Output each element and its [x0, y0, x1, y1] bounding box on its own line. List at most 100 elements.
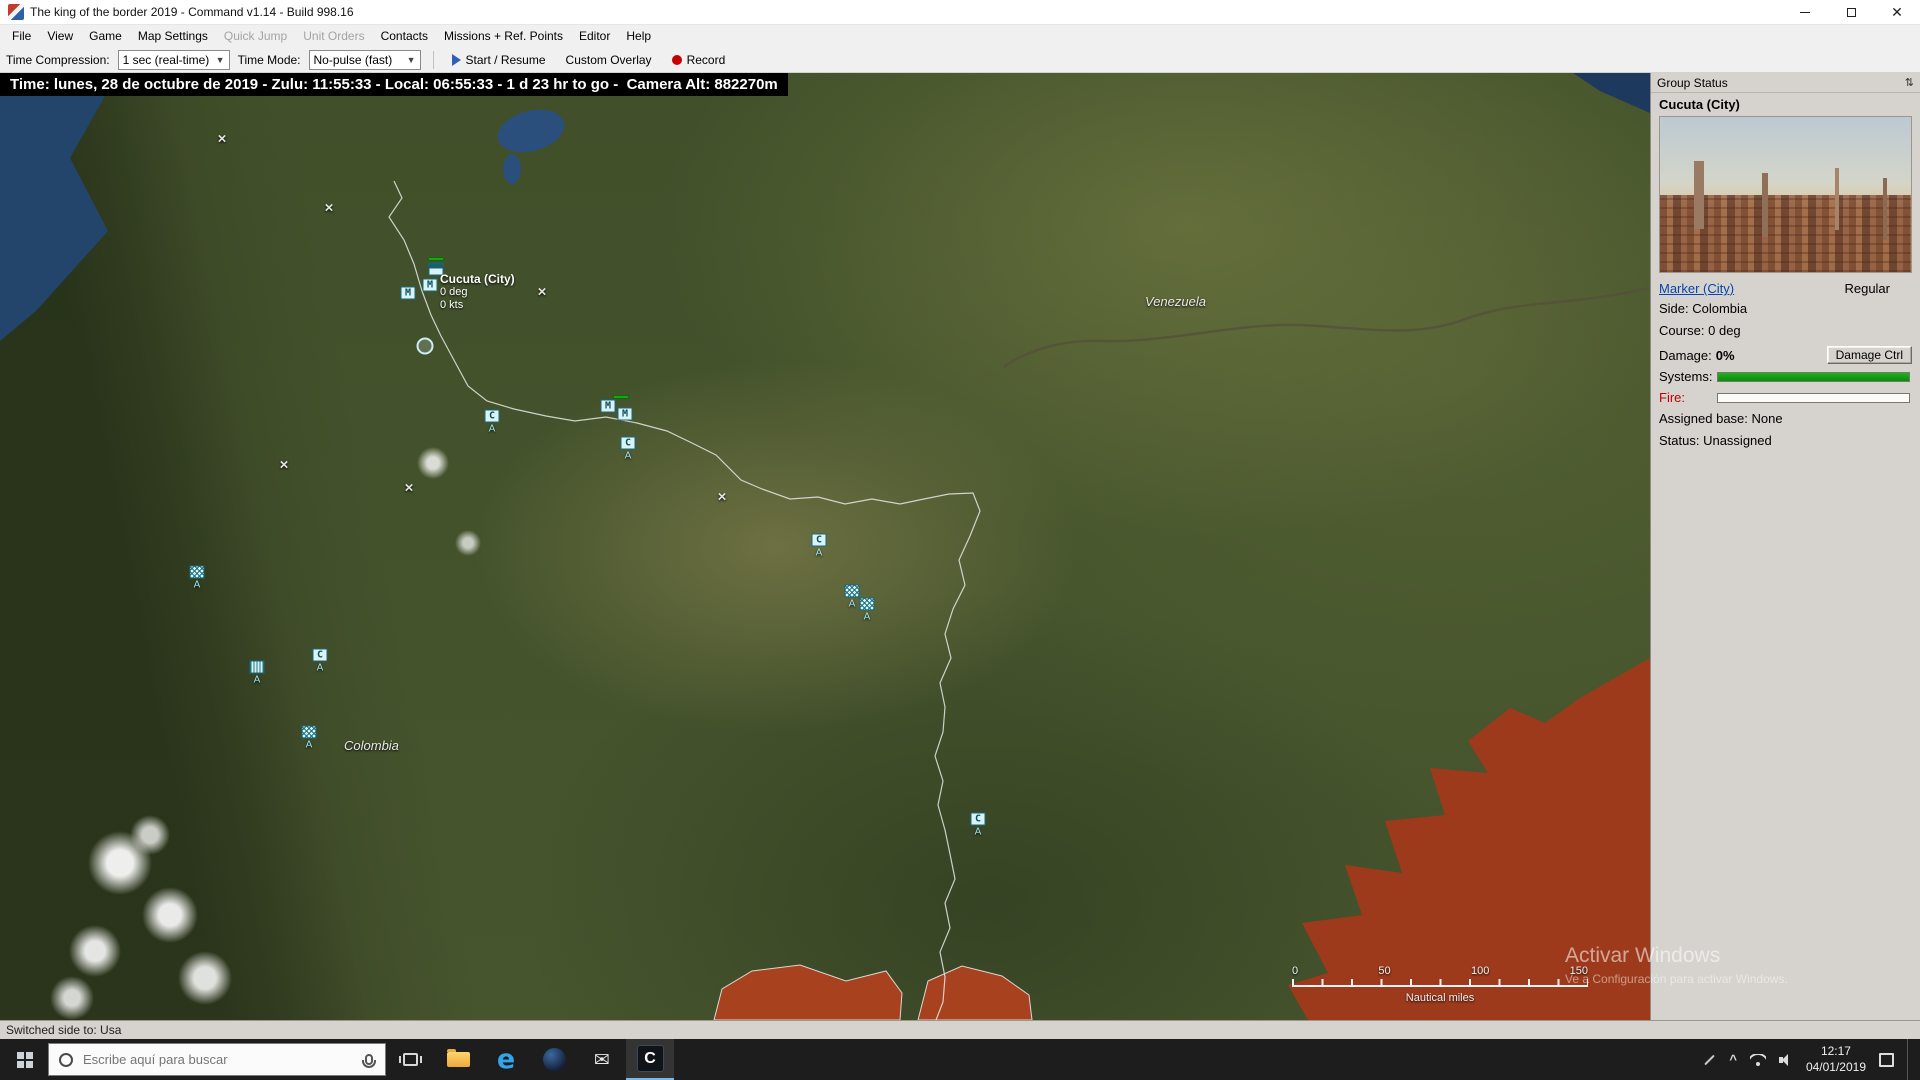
menu-contacts[interactable]: Contacts [373, 27, 436, 45]
scale-unit-label: Nautical miles [1292, 992, 1588, 1004]
toolbar-separator [433, 51, 434, 69]
show-desktop-button[interactable] [1907, 1039, 1912, 1080]
start-button[interactable] [0, 1039, 48, 1080]
systems-label: Systems: [1659, 369, 1717, 384]
menu-file[interactable]: File [4, 27, 39, 45]
map-unit-grid[interactable]: A [250, 661, 265, 686]
map-unit-c[interactable]: CA [313, 649, 328, 674]
map-unit-c[interactable]: CA [621, 437, 636, 462]
contact-mark[interactable]: × [218, 131, 227, 148]
assigned-base-label: Assigned base: None [1651, 408, 1920, 430]
file-explorer-button[interactable] [434, 1039, 482, 1080]
scale-tick: 150 [1570, 965, 1588, 977]
record-icon [672, 55, 682, 65]
start-resume-label: Start / Resume [466, 53, 546, 67]
map-unit-hatch[interactable]: A [845, 585, 860, 610]
time-compression-select[interactable]: 1 sec (real-time) ▼ [118, 50, 230, 70]
command-app-icon [637, 1045, 664, 1072]
taskbar-clock[interactable]: 12:17 04/01/2019 [1806, 1044, 1866, 1075]
contact-mark[interactable]: × [280, 457, 289, 474]
taskbar-search[interactable] [48, 1043, 386, 1076]
task-view-icon [403, 1053, 418, 1066]
close-button[interactable]: ✕ [1874, 0, 1920, 24]
action-center-icon[interactable] [1879, 1053, 1894, 1067]
time-mode-label: Time Mode: [238, 53, 301, 67]
maximize-button[interactable] [1828, 0, 1874, 24]
river-line [1004, 288, 1650, 367]
command-app-button[interactable] [626, 1039, 674, 1080]
map-unit-hatch[interactable]: A [190, 566, 205, 591]
windows-logo-icon [17, 1052, 24, 1059]
system-tray: ^ 12:17 04/01/2019 [1703, 1039, 1920, 1080]
map-unit-hbar[interactable] [428, 257, 444, 261]
map-unit-m[interactable]: M [618, 408, 633, 421]
side-label: Side: Colombia [1651, 298, 1920, 320]
red-terrain-region [918, 966, 1032, 1020]
unit-symbol-icon: C [971, 813, 986, 826]
map-unit-m[interactable]: M [401, 287, 416, 300]
unit-symbol-icon: C [812, 534, 827, 547]
menu-help[interactable]: Help [618, 27, 659, 45]
app-icon [8, 4, 24, 20]
unit-symbol-icon: C [621, 437, 636, 450]
scale-ticks: 050100150 [1292, 965, 1588, 977]
map-unit-hatch[interactable]: A [860, 598, 875, 623]
map-unit-m[interactable]: M [423, 279, 438, 292]
menu-editor[interactable]: Editor [571, 27, 618, 45]
status-bar-text: Switched side to: Usa [6, 1023, 121, 1037]
red-terrain-region [714, 965, 902, 1020]
map-scale-bar: 050100150 Nautical miles [1292, 965, 1588, 1004]
blue-app-button[interactable] [530, 1039, 578, 1080]
unit-symbol-icon: M [601, 400, 616, 413]
contact-mark[interactable]: × [538, 284, 547, 301]
marker-type-link[interactable]: Marker (City) [1659, 281, 1734, 296]
pen-icon[interactable] [1705, 1054, 1716, 1065]
record-button[interactable]: Record [666, 51, 732, 69]
map-unit-c[interactable]: CA [812, 534, 827, 559]
time-compression-label: Time Compression: [6, 53, 110, 67]
custom-overlay-button[interactable]: Custom Overlay [560, 51, 658, 69]
map-unit-c[interactable]: CA [485, 410, 500, 435]
menu-bar: FileViewGameMap SettingsQuick JumpUnit O… [0, 25, 1920, 47]
damage-ctrl-button[interactable]: Damage Ctrl [1827, 346, 1912, 364]
map-unit-hbar[interactable] [613, 395, 629, 399]
time-mode-select[interactable]: No-pulse (fast) ▼ [309, 50, 421, 70]
unit-name-label: Cucuta (City) [440, 273, 515, 286]
menu-missions-ref-points[interactable]: Missions + Ref. Points [436, 27, 571, 45]
microphone-icon[interactable] [365, 1054, 373, 1065]
start-resume-button[interactable]: Start / Resume [446, 51, 552, 69]
unit-symbol-icon: M [401, 287, 416, 300]
record-label: Record [687, 53, 726, 67]
search-input[interactable] [81, 1051, 357, 1068]
group-status-title: Group Status [1657, 76, 1728, 90]
map-unit-m[interactable]: M [601, 400, 616, 413]
city-photo [1659, 116, 1912, 273]
task-view-button[interactable] [386, 1039, 434, 1080]
menu-game[interactable]: Game [81, 27, 130, 45]
map-unit-c[interactable]: CA [971, 813, 986, 838]
time-compression-value: 1 sec (real-time) [123, 53, 210, 67]
mail-button[interactable] [578, 1039, 626, 1080]
edge-button[interactable] [482, 1039, 530, 1080]
close-icon: ✕ [1891, 5, 1903, 19]
status-label: Status: Unassigned [1651, 430, 1920, 452]
contact-mark[interactable]: × [325, 200, 334, 217]
minimize-button[interactable] [1782, 0, 1828, 24]
custom-overlay-label: Custom Overlay [566, 53, 652, 67]
unit-symbol-icon [845, 585, 860, 598]
unit-symbol-icon: M [618, 408, 633, 421]
panel-collapse-icon[interactable]: ⇅ [1905, 76, 1914, 89]
region-label-colombia: Colombia [344, 738, 399, 753]
network-icon[interactable] [1750, 1054, 1766, 1066]
map-canvas[interactable]: Time: lunes, 28 de octubre de 2019 - Zul… [0, 73, 1650, 1020]
map-unit-circle[interactable] [417, 338, 434, 355]
unit-speed-label: 0 kts [440, 299, 515, 312]
hidden-icons-chevron[interactable]: ^ [1729, 1052, 1737, 1067]
map-unit-hatch[interactable]: A [302, 726, 317, 751]
menu-view[interactable]: View [39, 27, 81, 45]
volume-icon[interactable] [1779, 1054, 1793, 1066]
minimize-icon [1800, 12, 1810, 13]
contact-mark[interactable]: × [405, 480, 414, 497]
menu-map-settings[interactable]: Map Settings [130, 27, 216, 45]
contact-mark[interactable]: × [718, 489, 727, 506]
